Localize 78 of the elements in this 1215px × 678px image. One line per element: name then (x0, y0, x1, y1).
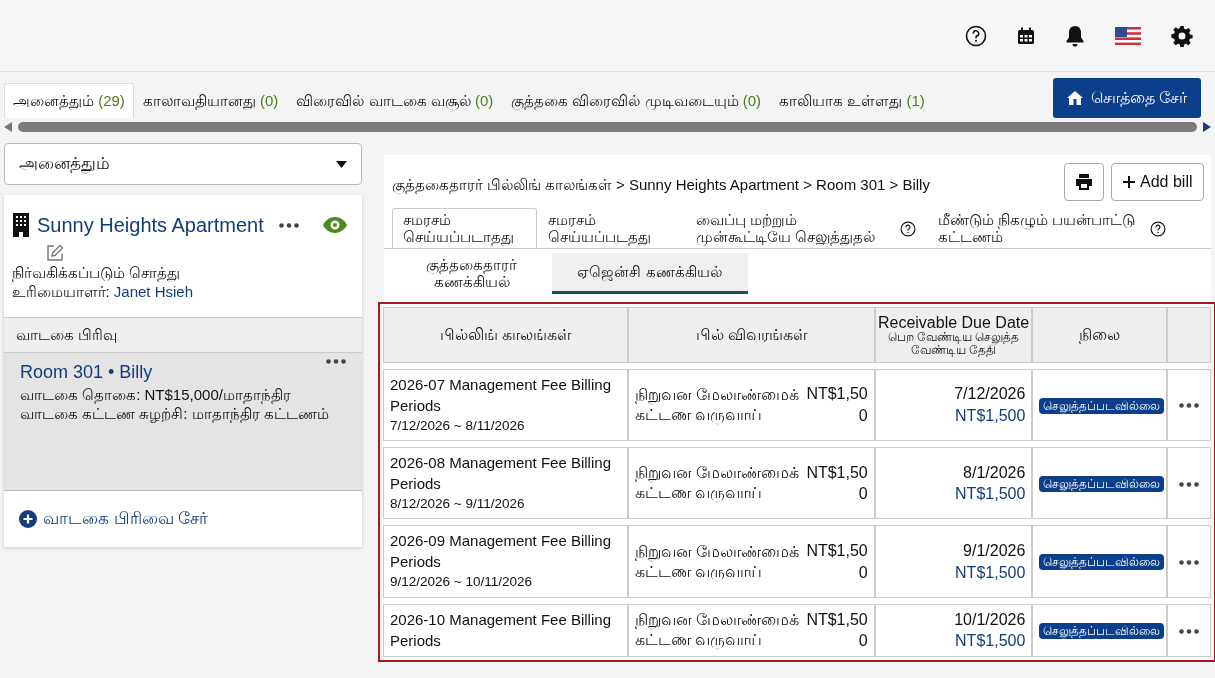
scrollbar-thumb[interactable] (18, 122, 1197, 132)
filter-tab[interactable]: அனைத்தும் (29) (4, 82, 134, 118)
owner-label: உரிமையாளர்: (11, 282, 111, 300)
column-header: பில் விவரங்கள் (695, 325, 808, 343)
due-amount: NT$1,500 (954, 562, 1026, 583)
period-title: 2026-10 Management Fee Billing Periods (390, 610, 612, 652)
bill-amount: NT$1,500 (805, 462, 868, 505)
settings-icon[interactable] (1171, 24, 1193, 47)
filter-tab[interactable]: காலியாக உள்ளது (1) (770, 82, 934, 118)
house-icon (1067, 91, 1084, 105)
status-badge: செலுத்தப்படவில்லை (1039, 397, 1165, 414)
flag-icon[interactable] (1115, 26, 1141, 45)
due-amount: NT$1,500 (954, 406, 1026, 427)
unit-title: Room 301 • Billy (20, 361, 153, 384)
edit-icon[interactable] (45, 244, 64, 262)
filter-tab[interactable]: விரைவில் வாடகை வசூல் (0) (287, 82, 503, 118)
add-unit-link[interactable]: வாடகை பிரிவை சேர் (19, 506, 209, 532)
unit-detail: வாடகை கட்டண சுழற்சி: மாதாந்திர கட்டணம் (20, 404, 330, 424)
more-icon[interactable] (1178, 403, 1199, 409)
filter-tab[interactable]: காலாவதியானது (0) (133, 82, 288, 118)
bill-description: நிறுவன மேலாண்மைக் கட்டண வருவாய் (634, 385, 801, 426)
period-title: 2026-09 Management Fee Billing Periods (390, 531, 612, 573)
plus-icon (1122, 174, 1137, 189)
period-title: 2026-07 Management Fee Billing Periods (390, 374, 612, 416)
property-type: நிர்வகிக்கப்படும் சொத்து (11, 264, 181, 283)
due-date: 10/1/2026 (953, 609, 1026, 630)
printer-icon (1074, 174, 1093, 191)
unit-detail: வாடகை தொகை: NT$15,000/மாதாந்திர (20, 386, 292, 405)
property-name[interactable]: Sunny Heights Apartment (37, 210, 264, 240)
bell-icon[interactable] (1065, 24, 1085, 47)
tab[interactable]: ஏஜென்சி கணக்கியல் (551, 253, 748, 295)
status-badge: செலுத்தப்படவில்லை (1039, 623, 1165, 640)
due-date: 7/12/2026 (953, 384, 1026, 405)
unit-item[interactable]: Room 301 • Billy வாடகை தொகை: NT$15,000/மாதாந்திர வாடகை கட்டண சுழற்சி: மாதாந்திர கட்டணம் (4, 353, 362, 491)
period-range: 8/12/2026 ~ 9/11/2026 (390, 495, 526, 514)
building-icon (11, 213, 30, 237)
more-icon[interactable] (278, 222, 299, 228)
bill-description: நிறுவன மேலாண்மைக் கட்டண வருவாய் (634, 610, 801, 651)
print-button[interactable] (1063, 162, 1104, 201)
owner-link[interactable]: Janet Hsieh (113, 282, 194, 300)
bill-description: நிறுவன மேலாண்மைக் கட்டண வருவாய் (634, 541, 801, 582)
bill-amount: NT$1,500 (805, 609, 868, 652)
due-amount: NT$1,500 (954, 631, 1026, 652)
period-range: 9/12/2026 ~ 10/11/2026 (390, 573, 533, 592)
due-amount: NT$1,500 (954, 484, 1026, 505)
period-range: 7/12/2026 ~ 8/11/2026 (390, 416, 526, 435)
caret-icon (336, 160, 347, 168)
breadcrumb-text: குத்தகைதாரர் பில்லிங் காலங்கள் > Sunny Heights Apartment > Room 301 > Billy (391, 175, 931, 197)
plus-circle-icon (19, 509, 37, 528)
more-icon[interactable] (1178, 559, 1199, 565)
scroll-right-icon[interactable] (1203, 122, 1211, 132)
bill-description: நிறுவன மேலாண்மைக் கட்டண வருவாய் (634, 463, 801, 504)
tab[interactable]: சமரசம் செய்யப்படாதது (391, 208, 537, 249)
due-date: 8/1/2026 (962, 462, 1026, 483)
bill-amount: NT$1,500 (805, 384, 868, 427)
help-icon[interactable] (965, 24, 987, 47)
period-title: 2026-08 Management Fee Billing Periods (390, 453, 612, 495)
more-icon[interactable] (1178, 628, 1199, 634)
add-property-button[interactable]: சொத்தை சேர் (1053, 78, 1201, 118)
bill-amount: NT$1,500 (805, 540, 868, 583)
section-header: வாடகை பிரிவு (4, 316, 362, 353)
status-badge: செலுத்தப்படவில்லை (1039, 554, 1165, 571)
calendar-icon[interactable] (1017, 26, 1035, 45)
column-header: பில்லிங் காலங்கள் (439, 325, 572, 343)
column-subheader: பெற வேண்டிய செலுத்த வேண்டிய தேதி (886, 331, 1021, 357)
property-select[interactable]: அனைத்தும் (4, 143, 362, 185)
help-icon[interactable] (899, 220, 916, 237)
eye-icon[interactable] (323, 217, 347, 233)
more-icon[interactable] (1178, 481, 1199, 487)
filter-tab[interactable]: குத்தகை விரைவில் முடிவடையும் (0) (502, 82, 771, 118)
column-header: நிலை (1079, 325, 1121, 343)
column-header: Receivable Due Date (876, 313, 1031, 332)
more-icon[interactable] (326, 359, 346, 364)
scroll-left-icon[interactable] (4, 122, 12, 132)
due-date: 9/1/2026 (962, 540, 1026, 561)
help-icon[interactable] (1149, 220, 1166, 237)
add-bill-button[interactable]: Add bill (1111, 162, 1204, 201)
status-badge: செலுத்தப்படவில்லை (1039, 476, 1165, 493)
